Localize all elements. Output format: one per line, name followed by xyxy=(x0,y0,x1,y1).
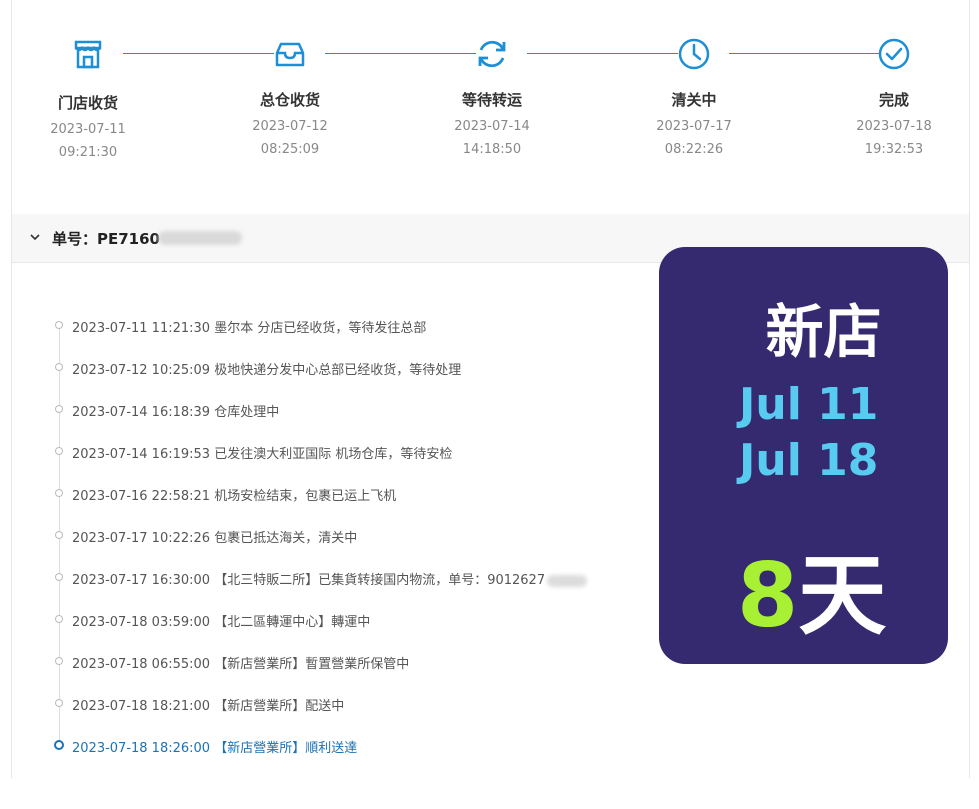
step-time: 19:32:53 xyxy=(864,142,924,157)
event-text: 2023-07-16 22:58:21 机场安检结束，包裹已运上飞机 xyxy=(72,489,397,504)
step-date: 2023-07-18 xyxy=(856,119,932,134)
refresh-icon xyxy=(478,40,506,68)
timeline-dot xyxy=(55,405,63,413)
timeline-dot xyxy=(55,573,63,581)
step-title: 总仓收货 xyxy=(259,91,320,109)
event-text: 2023-07-18 18:21:00 【新店營業所】配送中 xyxy=(72,699,345,714)
step-date: 2023-07-17 xyxy=(656,119,732,134)
event-text-row: 2023-07-17 16:30:00 【北三特販二所】已集貨转接国内物流，单号… xyxy=(72,569,588,588)
step-store-received: 门店收货 2023-07-11 09:21:30 xyxy=(13,0,163,170)
event-text: 2023-07-11 11:21:30 墨尔本 分店已经收货，等待发往总部 xyxy=(72,321,427,336)
event-text: 2023-07-12 10:25:09 极地快递分发中心总部已经收货，等待处理 xyxy=(72,363,462,378)
step-date: 2023-07-12 xyxy=(252,119,328,134)
redacted-order-suffix xyxy=(158,231,242,245)
clock-icon xyxy=(678,38,710,70)
step-complete: 完成 2023-07-18 19:32:53 xyxy=(819,0,969,170)
days-unit: 天 xyxy=(798,544,887,647)
start-date: Jul 11 xyxy=(739,379,879,430)
event-text: 2023-07-17 10:22:26 包裹已抵达海关，清关中 xyxy=(72,531,358,546)
step-time: 08:22:26 xyxy=(664,142,724,157)
timeline-dot xyxy=(55,615,63,623)
step-time: 09:21:30 xyxy=(58,145,118,160)
event-text: 2023-07-17 16:30:00 【北三特販二所】已集貨转接国内物流，单号… xyxy=(72,573,546,588)
event-text: 2023-07-18 18:26:00 【新店營業所】順利送達 xyxy=(72,741,358,756)
event-text: 2023-07-18 06:55:00 【新店營業所】暫置營業所保管中 xyxy=(72,657,410,672)
step-title: 清关中 xyxy=(671,91,717,109)
delivery-summary-card: 新店 Jul 11 Jul 18 8天 xyxy=(659,247,948,664)
check-circle-icon xyxy=(878,38,910,70)
step-time: 14:18:50 xyxy=(462,142,522,157)
timeline-dot xyxy=(55,363,63,371)
chevron-down-icon[interactable] xyxy=(29,231,41,243)
timeline-dot xyxy=(55,321,63,329)
event-text: 2023-07-14 16:18:39 仓库处理中 xyxy=(72,405,280,420)
timeline-dot-active xyxy=(54,740,64,750)
step-warehouse-received: 总仓收货 2023-07-12 08:25:09 xyxy=(215,0,365,170)
timeline-dot xyxy=(55,489,63,497)
days-number: 8 xyxy=(737,544,799,647)
step-customs: 清关中 2023-07-17 08:22:26 xyxy=(619,0,769,170)
store-icon xyxy=(74,40,102,69)
step-date: 2023-07-14 xyxy=(454,119,530,134)
order-number: 单号：PE7160 xyxy=(52,230,160,248)
redacted-tracking-suffix xyxy=(547,574,588,587)
progress-steps: 门店收货 2023-07-11 09:21:30 总仓收货 2023-07-12… xyxy=(12,0,969,200)
inbox-icon xyxy=(275,42,305,67)
step-waiting-transfer: 等待转运 2023-07-14 14:18:50 xyxy=(417,0,567,170)
step-time: 08:25:09 xyxy=(260,142,320,157)
step-title: 门店收货 xyxy=(57,94,118,112)
timeline-dot xyxy=(55,531,63,539)
timeline-dot xyxy=(55,657,63,665)
step-title: 完成 xyxy=(878,91,909,109)
delivery-days: 8天 xyxy=(737,525,886,652)
step-date: 2023-07-11 xyxy=(50,122,126,137)
timeline-dot xyxy=(55,699,63,707)
event-text: 2023-07-18 03:59:00 【北二區轉運中心】轉運中 xyxy=(72,615,371,630)
step-title: 等待转运 xyxy=(461,91,522,109)
end-date: Jul 18 xyxy=(739,435,879,486)
store-name: 新店 xyxy=(765,298,882,366)
timeline-dot xyxy=(55,447,63,455)
event-text: 2023-07-14 16:19:53 已发往澳大利亚国际 机场仓库，等待安检 xyxy=(72,447,453,462)
